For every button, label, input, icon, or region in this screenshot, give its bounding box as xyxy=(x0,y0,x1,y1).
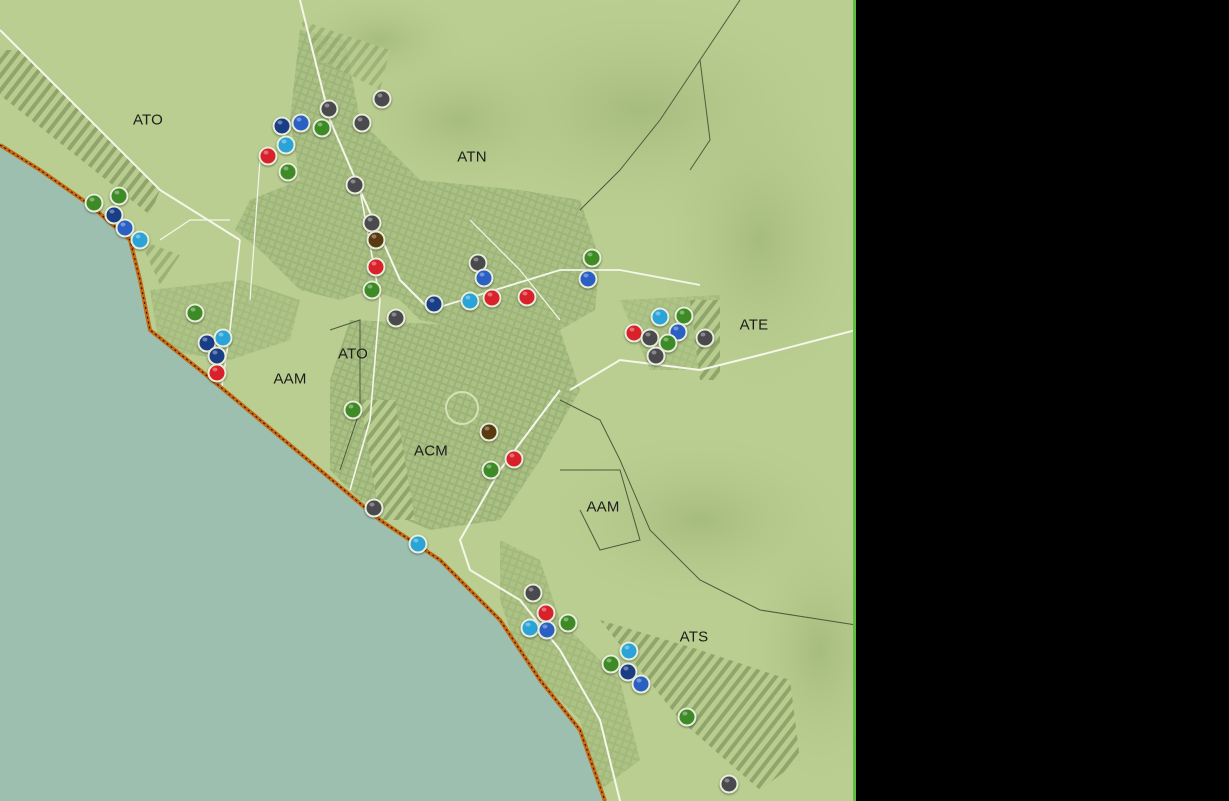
map-marker-green[interactable] xyxy=(109,186,129,206)
map-marker-gray[interactable] xyxy=(386,308,406,328)
map-marker-blue[interactable] xyxy=(537,620,557,640)
zone-label-ato-north: ATO xyxy=(132,111,164,129)
map-marker-gray[interactable] xyxy=(646,346,666,366)
map-marker-blue[interactable] xyxy=(578,269,598,289)
map-marker-gray[interactable] xyxy=(719,774,739,794)
map-marker-red[interactable] xyxy=(504,449,524,469)
map-marker-blue[interactable] xyxy=(291,113,311,133)
map-marker-red[interactable] xyxy=(207,363,227,383)
map-marker-green[interactable] xyxy=(558,613,578,633)
map-marker-gray[interactable] xyxy=(319,99,339,119)
zone-label-atn: ATN xyxy=(457,148,487,166)
map-marker-cyan[interactable] xyxy=(130,230,150,250)
map-marker-green[interactable] xyxy=(677,707,697,727)
map-marker-blue[interactable] xyxy=(474,268,494,288)
map-marker-blue[interactable] xyxy=(631,674,651,694)
zone-label-aam-east: AAM xyxy=(586,498,620,516)
map-marker-gray[interactable] xyxy=(352,113,372,133)
map-marker-brown[interactable] xyxy=(366,230,386,250)
zone-label-aam-west: AAM xyxy=(273,370,307,388)
map-marker-green[interactable] xyxy=(312,118,332,138)
map-marker-navy[interactable] xyxy=(272,116,292,136)
map-marker-brown[interactable] xyxy=(479,422,499,442)
map-marker-gray[interactable] xyxy=(640,328,660,348)
map-marker-cyan[interactable] xyxy=(276,135,296,155)
map-marker-green[interactable] xyxy=(185,303,205,323)
map-marker-green[interactable] xyxy=(481,460,501,480)
map-marker-cyan[interactable] xyxy=(408,534,428,554)
map-marker-green[interactable] xyxy=(84,193,104,213)
map-marker-gray[interactable] xyxy=(364,498,384,518)
map-marker-red[interactable] xyxy=(366,257,386,277)
map-marker-red[interactable] xyxy=(482,288,502,308)
map-marker-green[interactable] xyxy=(278,162,298,182)
zone-label-ats: ATS xyxy=(679,628,709,646)
map-marker-gray[interactable] xyxy=(345,175,365,195)
map-marker-gray[interactable] xyxy=(523,583,543,603)
map-marker-red[interactable] xyxy=(258,146,278,166)
map-marker-gray[interactable] xyxy=(372,89,392,109)
zone-label-acm: ACM xyxy=(414,442,448,460)
map-marker-cyan[interactable] xyxy=(460,291,480,311)
blank-panel xyxy=(856,0,1229,801)
map-marker-cyan[interactable] xyxy=(619,641,639,661)
map-marker-green[interactable] xyxy=(582,248,602,268)
map-marker-gray[interactable] xyxy=(362,213,382,233)
zone-label-ate: ATE xyxy=(739,316,769,334)
map-marker-green[interactable] xyxy=(343,400,363,420)
map-marker-green[interactable] xyxy=(362,280,382,300)
map-marker-red[interactable] xyxy=(517,287,537,307)
map-base-layer xyxy=(0,0,856,801)
map-marker-cyan[interactable] xyxy=(650,307,670,327)
zone-label-ato-center: ATO xyxy=(337,345,369,363)
city-map[interactable]: ATO ATN ATE AAM ATO ACM AAM ATS xyxy=(0,0,856,801)
map-marker-cyan[interactable] xyxy=(213,328,233,348)
map-marker-navy[interactable] xyxy=(424,294,444,314)
map-marker-gray[interactable] xyxy=(695,328,715,348)
